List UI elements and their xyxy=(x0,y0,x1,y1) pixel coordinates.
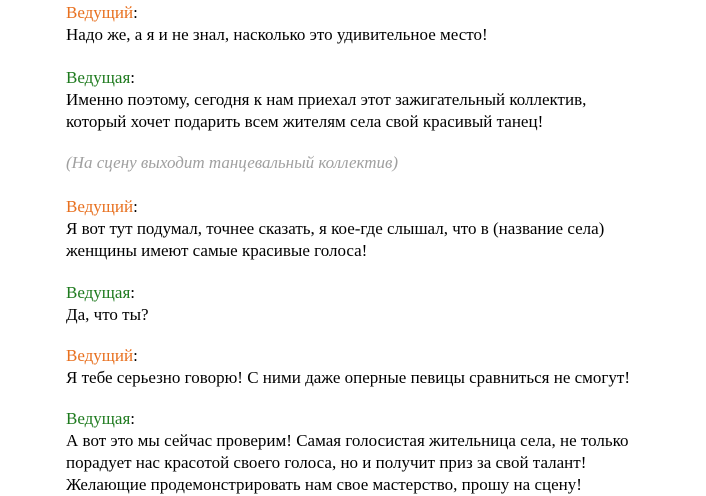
speech-line: Именно поэтому, сегодня к нам приехал эт… xyxy=(66,90,587,109)
speaker-name: Ведущая xyxy=(66,283,131,302)
speech-line: Надо же, а я и не знал, насколько это уд… xyxy=(66,25,488,44)
speaker-name: Ведущий xyxy=(66,3,134,22)
speech-block: Ведущая: Именно поэтому, сегодня к нам п… xyxy=(66,67,586,133)
speaker-name: Ведущая xyxy=(66,409,131,428)
stage-direction: (На сцену выходит танцевальный коллектив… xyxy=(66,153,399,172)
speaker-line: Ведущая: xyxy=(66,283,135,302)
speech-block: Ведущая: Да, что ты? xyxy=(66,282,149,326)
speech-line: порадует нас красотой своего голоса, но … xyxy=(66,453,587,472)
speaker-line: Ведущий: xyxy=(66,197,138,216)
speech-line: Желающие продемонстрировать нам свое мас… xyxy=(66,475,582,494)
speaker-line: Ведущий: xyxy=(66,3,138,22)
speaker-name: Ведущий xyxy=(66,197,134,216)
speech-block: Ведущий: Я тебе серьезно говорю! С ними … xyxy=(66,345,630,389)
speech-block: Ведущий: Надо же, а я и не знал, насколь… xyxy=(66,2,488,46)
speaker-line: Ведущая: xyxy=(66,409,135,428)
speech-line: Я вот тут подумал, точнее сказать, я кое… xyxy=(66,219,605,238)
speaker-name: Ведущий xyxy=(66,346,134,365)
speaker-line: Ведущая: xyxy=(66,68,135,87)
speech-block: Ведущая: А вот это мы сейчас проверим! С… xyxy=(66,408,629,496)
speech-line: женщины имеют самые красивые голоса! xyxy=(66,241,368,260)
speaker-line: Ведущий: xyxy=(66,346,138,365)
stage-direction-block: (На сцену выходит танцевальный коллектив… xyxy=(66,152,398,174)
speech-block: Ведущий: Я вот тут подумал, точнее сказа… xyxy=(66,196,604,262)
speech-line: Да, что ты? xyxy=(66,305,149,324)
speech-line: который хочет подарить всем жителям села… xyxy=(66,112,544,131)
speech-line: Я тебе серьезно говорю! С ними даже опер… xyxy=(66,368,630,387)
speech-line: А вот это мы сейчас проверим! Самая голо… xyxy=(66,431,629,450)
speaker-name: Ведущая xyxy=(66,68,131,87)
